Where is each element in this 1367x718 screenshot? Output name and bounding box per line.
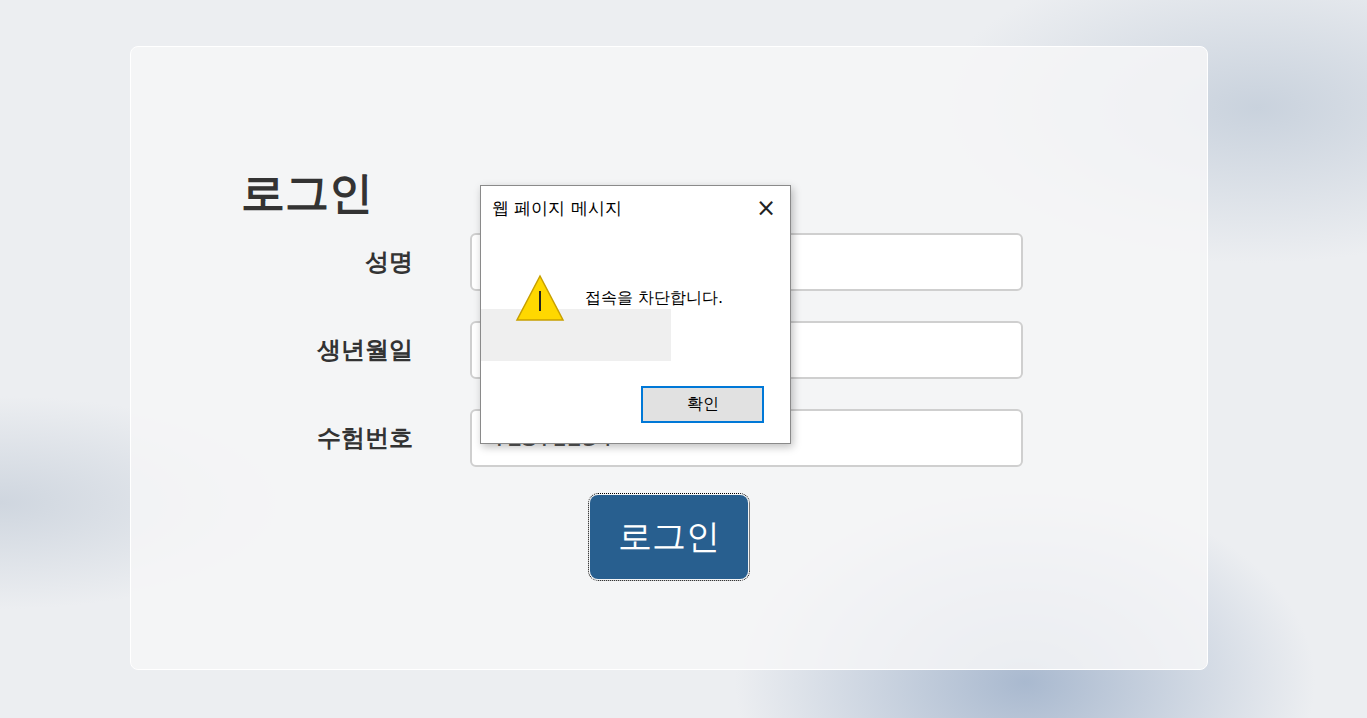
field-label: 생년월일 bbox=[241, 334, 413, 366]
field-label: 성명 bbox=[241, 246, 413, 278]
dialog-footer: 확인 bbox=[481, 386, 790, 443]
ok-button[interactable]: 확인 bbox=[641, 386, 764, 423]
dialog-message: 접속을 차단합니다. bbox=[585, 288, 723, 309]
dialog-titlebar: 웹 페이지 메시지 × bbox=[481, 186, 790, 230]
login-page: 로그인성명생년월일수험번호로그인웹 페이지 메시지×접속을 차단합니다.확인 bbox=[0, 0, 1367, 718]
warning-icon bbox=[515, 274, 565, 322]
login-button[interactable]: 로그인 bbox=[590, 495, 748, 579]
close-button[interactable]: × bbox=[756, 196, 776, 220]
alert-dialog: 웹 페이지 메시지 × 접속을 차단합니다. 확인 bbox=[480, 185, 791, 444]
button-row: 로그인 bbox=[131, 495, 1207, 579]
dialog-body: 접속을 차단합니다. bbox=[481, 230, 790, 386]
blank-block bbox=[481, 309, 671, 361]
dialog-title: 웹 페이지 메시지 bbox=[492, 197, 622, 220]
field-label: 수험번호 bbox=[241, 422, 413, 454]
